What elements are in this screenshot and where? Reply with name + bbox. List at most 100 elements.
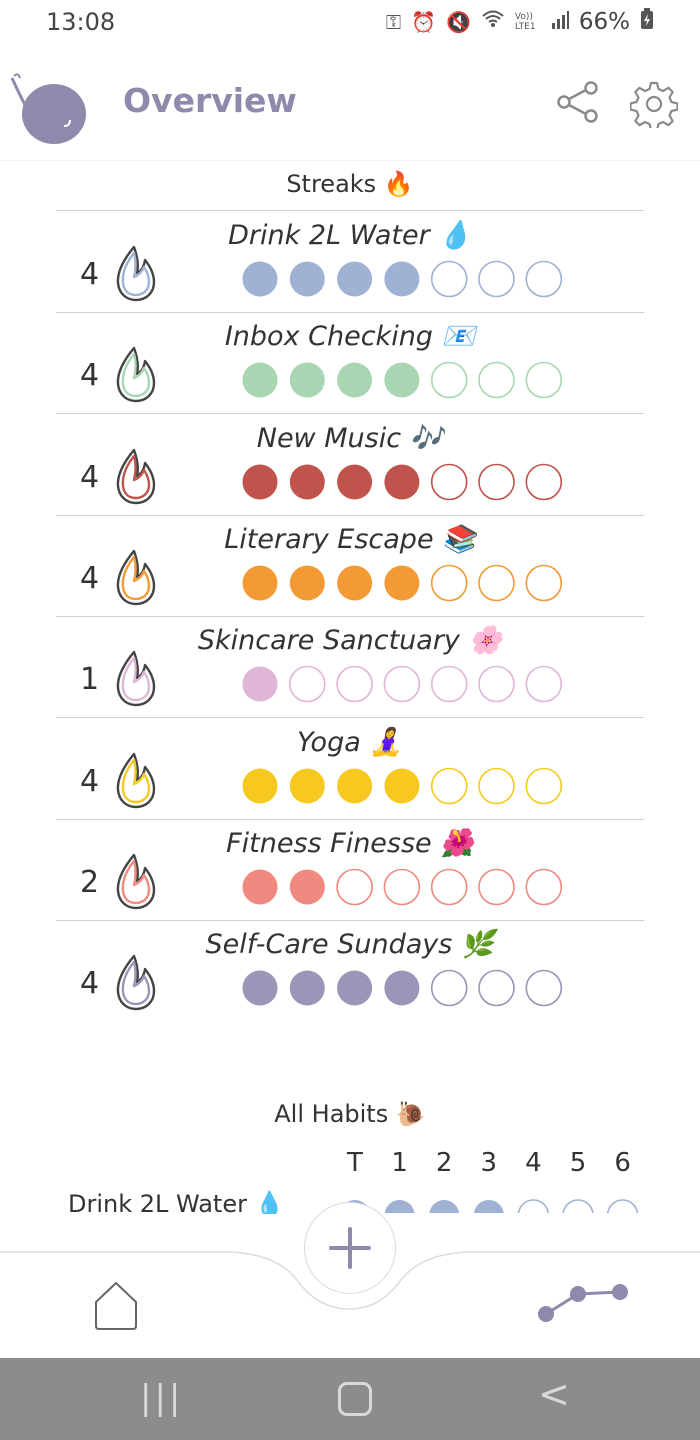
day-label: 6 [614, 1148, 631, 1178]
completed-day-dot [384, 261, 420, 297]
streak-count: 4 [80, 257, 100, 292]
completed-day-dot [337, 970, 373, 1006]
statistics-chart-icon[interactable] [536, 1278, 630, 1328]
empty-day-dot [430, 868, 468, 906]
flame-icon [116, 853, 156, 909]
all-habits-section-title: All Habits 🐌 [274, 1100, 426, 1128]
share-icon[interactable] [556, 80, 600, 124]
empty-day-dot [430, 564, 468, 602]
completed-day-dot [242, 970, 278, 1006]
streak-count: 4 [80, 459, 100, 495]
empty-day-dot [525, 361, 563, 399]
home-icon[interactable] [92, 1280, 140, 1332]
habit-row[interactable]: Fitness Finesse 🌺 2 [0, 819, 700, 920]
mute-icon: 🔇 [445, 9, 471, 34]
empty-day-dot [525, 969, 563, 1007]
empty-day-dot [383, 868, 421, 906]
completed-day-dot [242, 362, 278, 398]
completed-day-dot [337, 362, 373, 398]
back-icon[interactable]: < [538, 1372, 570, 1416]
completed-day-dot [242, 768, 278, 803]
empty-day-dot [430, 361, 468, 399]
completed-day-dot [384, 464, 420, 500]
empty-day-dot [383, 665, 421, 703]
add-habit-button[interactable] [304, 1202, 396, 1294]
streak-dots [242, 665, 563, 703]
streak-count: 4 [80, 966, 100, 1002]
empty-day-dot [478, 868, 515, 906]
streak-dots [242, 767, 563, 804]
habit-name: Inbox Checking 📧 [224, 321, 476, 353]
battery-icon [640, 8, 654, 35]
flame-icon [116, 448, 156, 504]
empty-day-dot [478, 463, 515, 500]
settings-gear-icon[interactable] [630, 80, 678, 128]
habit-row[interactable]: Drink 2L Water 💧 4 [0, 211, 700, 312]
streak-dots [242, 361, 563, 399]
habit-row[interactable]: Inbox Checking 📧 4 [0, 312, 700, 413]
habit-row[interactable]: New Music 🎶 4 [0, 414, 700, 515]
completed-day-dot [337, 768, 373, 803]
empty-day-dot [478, 260, 515, 298]
key-icon: ⚿ [385, 9, 402, 34]
completed-day-dot [384, 768, 420, 803]
streak-dots [242, 969, 563, 1007]
completed-day-dot [337, 261, 373, 297]
habit-name: New Music 🎶 [256, 422, 444, 454]
completed-day-dot [384, 970, 420, 1006]
empty-day-dot [525, 868, 563, 906]
status-time: 13:08 [46, 8, 116, 36]
empty-day-dot [478, 969, 515, 1007]
completed-day-dot [289, 362, 325, 398]
habit-name: Yoga 🧘‍♀️ [297, 726, 403, 758]
completed-day-dot [473, 1200, 504, 1213]
empty-day-dot [478, 767, 515, 804]
empty-day-dot [478, 564, 515, 602]
recents-icon[interactable]: ||| [140, 1378, 183, 1418]
streak-count: 4 [80, 763, 100, 799]
completed-day-dot [242, 464, 278, 500]
empty-day-dot [430, 463, 468, 500]
flame-icon [116, 549, 156, 606]
snail-logo-icon [10, 73, 86, 144]
habit-row[interactable]: Self-Care Sundays 🌿 4 [0, 920, 700, 1021]
empty-day-dot [336, 868, 373, 906]
app-header: Overview [0, 44, 700, 161]
streak-dots [242, 868, 563, 906]
empty-day-dot [430, 969, 468, 1007]
status-bar: 13:08 ⚿ ⏰ 🔇 Vo)) LTE1 66% [0, 0, 700, 44]
completed-day-dot [242, 261, 278, 297]
streak-dots [242, 260, 563, 298]
streak-count: 1 [80, 662, 100, 698]
system-home-icon[interactable] [338, 1382, 372, 1416]
completed-day-dot [289, 768, 325, 803]
volte-icon: Vo)) LTE1 [514, 11, 536, 32]
streak-count: 4 [80, 358, 100, 394]
completed-day-dot [242, 666, 278, 702]
flame-icon [116, 347, 156, 403]
system-navigation-bar: ||| < [0, 1358, 700, 1440]
completed-day-dot [242, 565, 278, 601]
completed-day-dot [289, 565, 325, 601]
empty-day-dot [525, 665, 563, 703]
streak-count: 2 [80, 864, 100, 900]
completed-day-dot [289, 261, 325, 297]
empty-day-dot [525, 463, 563, 500]
completed-day-dot [384, 565, 420, 601]
day-label: 3 [480, 1148, 498, 1178]
completed-day-dot [429, 1200, 460, 1213]
completed-day-dot [242, 869, 278, 905]
empty-day-dot [430, 665, 468, 703]
flame-icon [116, 650, 156, 707]
completed-day-dot [289, 869, 325, 905]
habit-name: Drink 2L Water 💧 [228, 220, 472, 251]
habit-row[interactable]: Yoga 🧘‍♀️ 4 [0, 718, 700, 819]
empty-day-dot [430, 260, 468, 298]
habit-row[interactable]: Skincare Sanctuary 🌸 1 [0, 616, 700, 717]
completed-day-dot [337, 565, 373, 601]
habit-row[interactable]: Literary Escape 📚 4 [0, 515, 700, 616]
page-title: Overview [123, 81, 297, 120]
streaks-section-title: Streaks 🔥 [286, 170, 414, 198]
plus-icon [329, 1227, 371, 1269]
day-label: 2 [435, 1148, 453, 1178]
